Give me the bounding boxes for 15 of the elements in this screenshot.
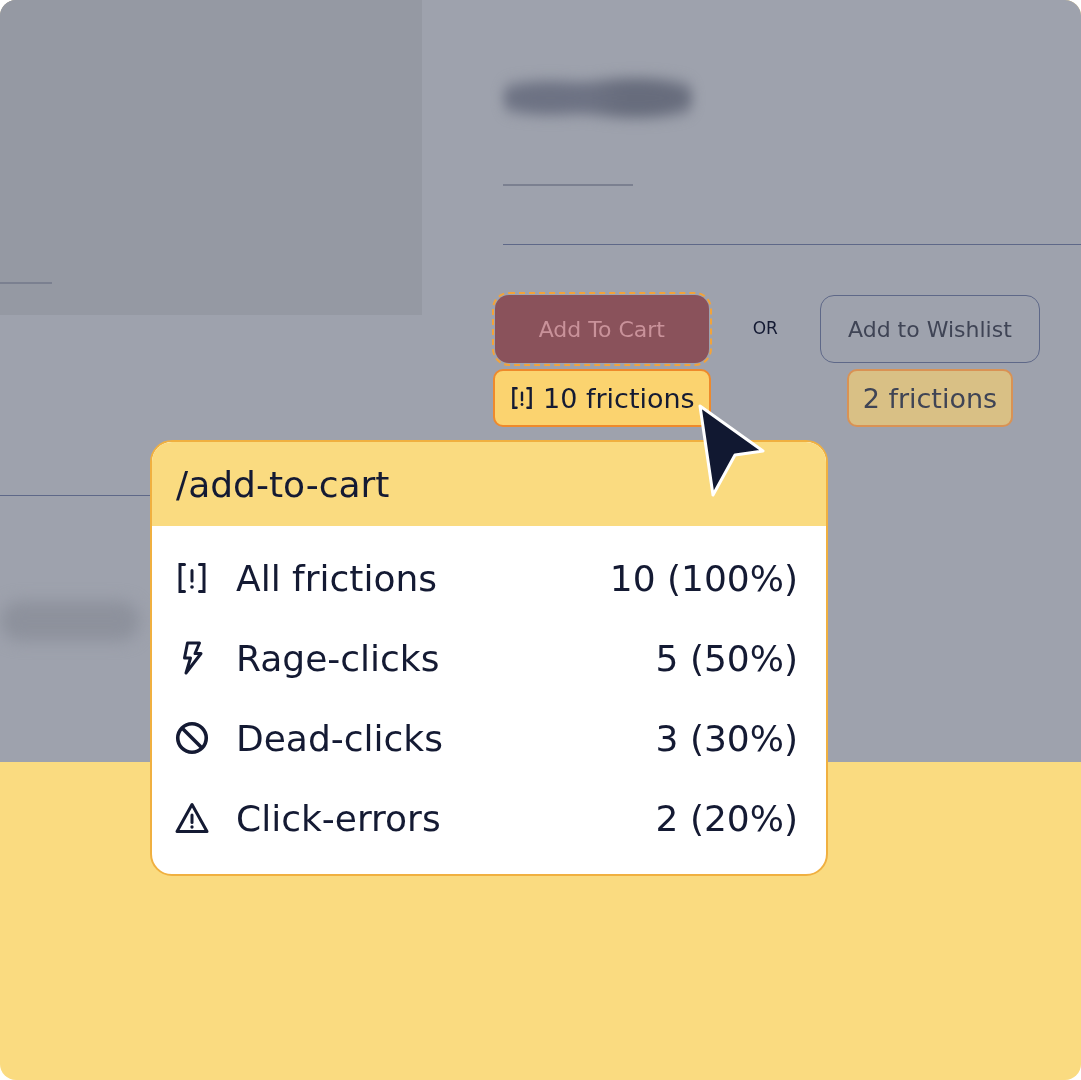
blocked-icon [174, 720, 210, 756]
warning-icon [174, 800, 210, 836]
friction-count: 3 (30%) [655, 717, 798, 759]
wishlist-button[interactable]: Add to Wishlist [819, 295, 1040, 363]
friction-count: 10 (100%) [609, 557, 798, 599]
friction-type: Click-errors [236, 797, 442, 839]
or-label: OR [752, 318, 778, 338]
frictions-badge[interactable]: 2 frictions [846, 369, 1014, 427]
friction-type: Dead-clicks [236, 717, 444, 759]
friction-type: All frictions [236, 557, 439, 599]
tooltip-title: /add-to-cart [152, 442, 826, 526]
friction-count: 2 (20%) [655, 797, 798, 839]
friction-type: Rage-clicks [236, 637, 441, 679]
friction-count: 5 (50%) [655, 637, 798, 679]
frictions-badge[interactable]: 10 frictions [493, 369, 711, 427]
